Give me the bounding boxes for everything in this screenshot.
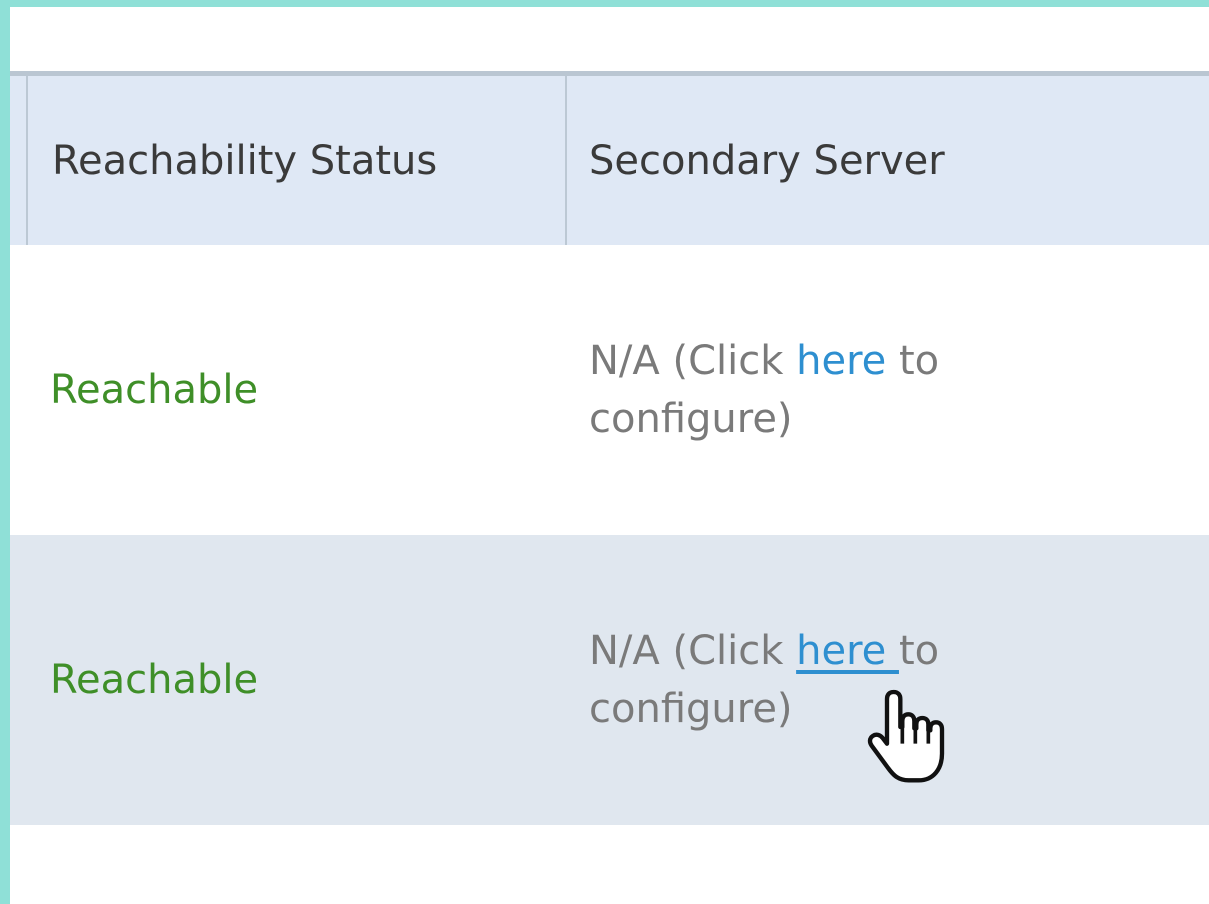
secondary-server-text: N/A (Click here to configure) [589, 332, 1009, 448]
column-header-label: Reachability Status [52, 137, 438, 184]
reachability-status-cell: Reachable [50, 535, 570, 825]
column-header-label: Secondary Server [589, 137, 945, 184]
status-text: Reachable [50, 657, 259, 703]
secondary-server-cell: N/A (Click here to configure) [589, 245, 1189, 535]
column-header-secondary-server[interactable]: Secondary Server [567, 76, 1209, 245]
table-row: Reachable N/A (Click here to configure) [10, 245, 1209, 535]
secondary-server-prefix: N/A (Click [589, 628, 797, 674]
table-row: Reachable N/A (Click here to configure) [10, 535, 1209, 825]
status-text: Reachable [50, 367, 259, 413]
reachability-status-cell: Reachable [50, 245, 570, 535]
app-window: Reachability Status Secondary Server Rea… [0, 0, 1209, 904]
column-header-reachability-status[interactable]: Reachability Status [26, 76, 567, 245]
configure-secondary-link[interactable]: here [796, 338, 886, 384]
table-header-row: Reachability Status Secondary Server [10, 71, 1209, 245]
configure-secondary-link[interactable]: here [796, 628, 899, 674]
hand-pointer-icon [867, 689, 945, 783]
secondary-server-prefix: N/A (Click [589, 338, 797, 384]
servers-table: Reachability Status Secondary Server Rea… [10, 71, 1209, 825]
